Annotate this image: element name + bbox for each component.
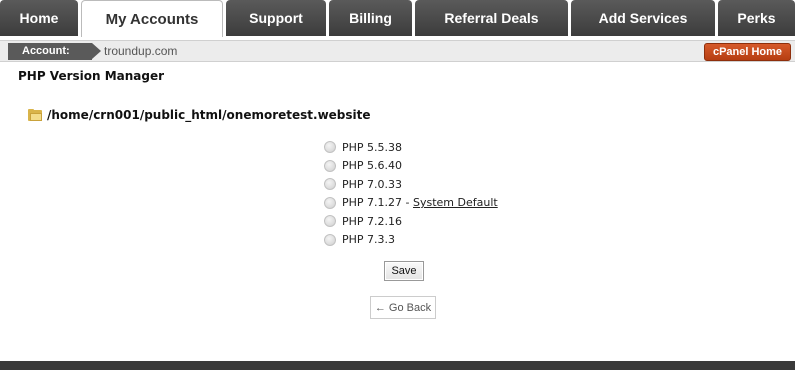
php-version-label: PHP 7.0.33 (342, 177, 403, 191)
account-domain: troundup.com (104, 44, 178, 58)
account-bar: Account: troundup.com cPanel Home (0, 40, 795, 62)
system-default-link[interactable]: System Default (413, 196, 498, 209)
save-button[interactable]: Save (384, 261, 424, 281)
tab-my-accounts[interactable]: My Accounts (81, 0, 223, 37)
php-version-option[interactable]: PHP 7.2.16 (324, 212, 498, 231)
tab-add-services[interactable]: Add Services (571, 0, 715, 36)
php-version-label: PHP 7.1.27 (342, 196, 403, 210)
page-title: PHP Version Manager (18, 69, 165, 83)
radio-button[interactable] (324, 141, 336, 154)
php-version-label: PHP 5.6.40 (342, 159, 403, 173)
account-label: Account: (8, 43, 101, 60)
separator: - (402, 196, 413, 210)
tab-referral-deals[interactable]: Referral Deals (415, 0, 568, 36)
footer-bar (0, 361, 795, 370)
radio-button[interactable] (324, 159, 336, 172)
php-version-label: PHP 5.5.38 (342, 140, 403, 154)
php-version-label: PHP 7.2.16 (342, 214, 403, 228)
php-version-option[interactable]: PHP 7.3.3 (324, 231, 498, 250)
folder-icon (28, 109, 42, 121)
radio-button[interactable] (324, 196, 336, 209)
top-nav: Home My Accounts Support Billing Referra… (0, 0, 795, 37)
tab-support[interactable]: Support (226, 0, 326, 36)
php-version-list: PHP 5.5.38 PHP 5.6.40 PHP 7.0.33 PHP 7.1… (324, 138, 498, 249)
radio-button[interactable] (324, 178, 336, 191)
php-version-label: PHP 7.3.3 (342, 233, 396, 247)
php-version-option[interactable]: PHP 5.5.38 (324, 138, 498, 157)
radio-button[interactable] (324, 233, 336, 246)
php-version-option[interactable]: PHP 7.0.33 (324, 175, 498, 194)
go-back-button[interactable]: ← Go Back (370, 296, 436, 319)
radio-button[interactable] (324, 215, 336, 228)
directory-path-text: /home/crn001/public_html/onemoretest.web… (47, 108, 371, 122)
cpanel-home-button[interactable]: cPanel Home (704, 43, 791, 61)
php-version-option[interactable]: PHP 7.1.27 - System Default (324, 194, 498, 213)
tab-home[interactable]: Home (0, 0, 78, 36)
php-version-option[interactable]: PHP 5.6.40 (324, 157, 498, 176)
tab-perks[interactable]: Perks (718, 0, 795, 36)
tab-billing[interactable]: Billing (329, 0, 412, 36)
directory-path: /home/crn001/public_html/onemoretest.web… (28, 108, 371, 122)
